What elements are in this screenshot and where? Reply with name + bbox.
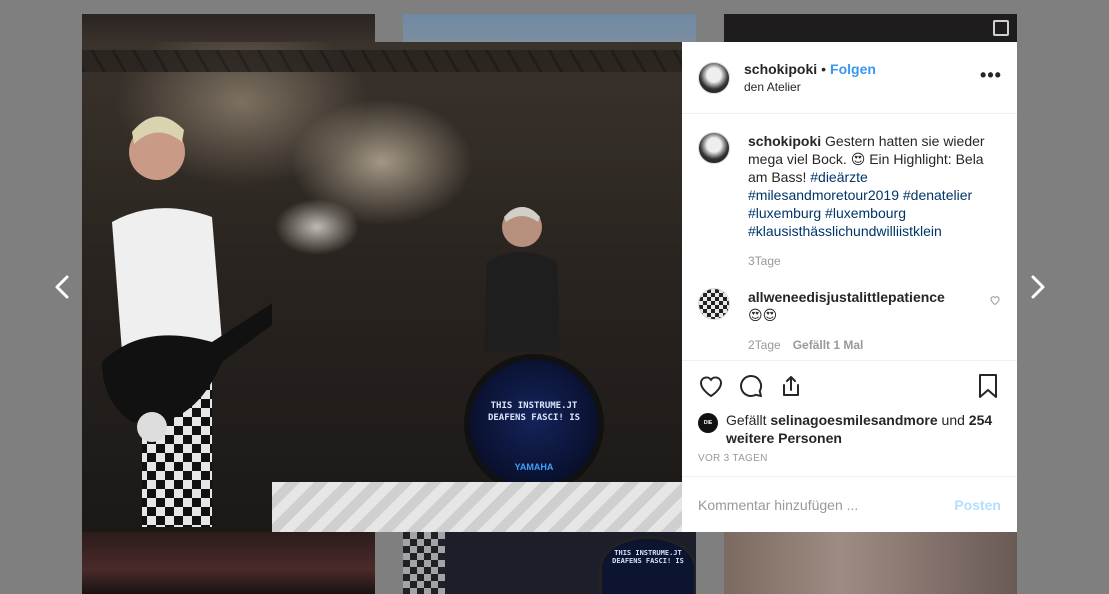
separator-dot: •: [821, 60, 827, 77]
previous-post-button[interactable]: [48, 272, 78, 302]
action-icons: [698, 371, 1001, 401]
comment-meta: 2Tage Gefällt 1 Mal: [748, 336, 1001, 354]
drum-text: THIS INSTRUME.JT DEAFENS FASCI! IS: [612, 549, 684, 565]
post-photo[interactable]: THIS INSTRUME.JT DEAFENS FASCI! IS YAMAH…: [82, 42, 682, 532]
bookmark-icon[interactable]: [975, 373, 1001, 399]
caption-meta: 3Tage: [748, 252, 1001, 270]
author-username[interactable]: schokipoki: [744, 61, 817, 77]
add-comment-bar: Posten: [682, 476, 1017, 532]
post-comment-button[interactable]: Posten: [954, 497, 1001, 513]
hashtag-link[interactable]: #denatelier: [903, 187, 972, 203]
kick-drum-thumbnail: THIS INSTRUME.JT DEAFENS FASCI! IS: [599, 536, 696, 594]
grid-thumbnail[interactable]: [403, 14, 696, 42]
liker-username[interactable]: selinagoesmilesandmore: [770, 412, 937, 428]
comment-icon[interactable]: [738, 373, 764, 399]
chevron-right-icon: [1031, 275, 1045, 299]
hashtag-link[interactable]: #milesandmoretour2019: [748, 187, 899, 203]
checker-pattern: [403, 532, 445, 594]
grid-thumbnail[interactable]: [724, 14, 1017, 42]
kick-drum-brand: YAMAHA: [514, 462, 554, 472]
comment-body: allweneedisjustalittlepatience 😍😍 2Tage …: [748, 288, 1001, 354]
hashtag-link[interactable]: #klausisthässlichundwilliistklein: [748, 223, 942, 239]
comment-like-icon[interactable]: [989, 294, 1001, 306]
stage-riser: [272, 482, 682, 532]
comments-list: schokipoki Gestern hatten sie wieder meg…: [682, 114, 1017, 361]
hashtag-link[interactable]: #luxembourg: [825, 205, 906, 221]
header-text: schokipoki • Folgen den Atelier: [744, 60, 876, 96]
drummer-figure: [484, 207, 560, 352]
more-options-icon[interactable]: •••: [979, 66, 1003, 88]
comment-text: 😍😍: [748, 307, 778, 323]
grid-thumbnail[interactable]: [724, 532, 1017, 594]
kick-drum-line: THIS INSTRUME.JT: [490, 401, 578, 411]
grid-thumbnail[interactable]: [82, 14, 375, 42]
liker-avatar[interactable]: DIE ÄRZTE: [698, 413, 718, 446]
chevron-left-icon: [55, 275, 69, 299]
follow-button[interactable]: Folgen: [830, 61, 876, 77]
grid-thumbnail[interactable]: [82, 532, 375, 594]
hashtag-link[interactable]: #dieärzte: [810, 169, 868, 185]
likes-prefix: Gefällt: [726, 412, 767, 428]
post-sidebar: schokipoki • Folgen den Atelier ••• schoki…: [682, 42, 1017, 532]
comment-time[interactable]: 2Tage: [748, 336, 781, 354]
comment-item: allweneedisjustalittlepatience 😍😍 2Tage …: [698, 288, 1001, 354]
post-modal: THIS INSTRUME.JT DEAFENS FASCI! IS YAMAH…: [82, 42, 1017, 532]
multiple-images-icon: [993, 20, 1009, 36]
avatar[interactable]: [698, 61, 730, 94]
kick-drum-line: DEAFENS FASCI! IS: [487, 413, 581, 423]
comment-input[interactable]: [698, 496, 945, 513]
hashtag-link[interactable]: #luxemburg: [748, 205, 821, 221]
caption-time[interactable]: 3Tage: [748, 252, 781, 270]
post-header: schokipoki • Folgen den Atelier •••: [682, 42, 1017, 114]
bassist-figure: [102, 116, 272, 527]
caption-body: schokipoki Gestern hatten sie wieder meg…: [748, 132, 1001, 270]
avatar[interactable]: [698, 132, 730, 164]
location-link[interactable]: den Atelier: [744, 78, 876, 96]
avatar[interactable]: [698, 288, 730, 320]
likes-summary: DIE ÄRZTE Gefällt selinagoesmilesandmore…: [698, 411, 1001, 447]
grid-thumbnail[interactable]: THIS INSTRUME.JT DEAFENS FASCI! IS: [403, 532, 696, 594]
comment-likes[interactable]: Gefällt 1 Mal: [793, 336, 864, 354]
likes-connector: und: [941, 412, 965, 428]
post-actions: DIE ÄRZTE Gefällt selinagoesmilesandmore…: [682, 361, 1017, 476]
next-post-button[interactable]: [1022, 272, 1052, 302]
caption: schokipoki Gestern hatten sie wieder meg…: [698, 132, 1001, 270]
kick-drum: THIS INSTRUME.JT DEAFENS FASCI! IS YAMAH…: [464, 354, 604, 494]
post-timestamp[interactable]: VOR 3 TAGEN: [698, 453, 1001, 464]
kick-drum-text: THIS INSTRUME.JT DEAFENS FASCI! IS: [470, 400, 598, 424]
share-icon[interactable]: [778, 373, 804, 399]
stage-truss: [82, 50, 682, 72]
caption-username[interactable]: schokipoki: [748, 133, 821, 149]
like-icon[interactable]: [698, 373, 724, 399]
comment-username[interactable]: allweneedisjustalittlepatience: [748, 289, 945, 305]
